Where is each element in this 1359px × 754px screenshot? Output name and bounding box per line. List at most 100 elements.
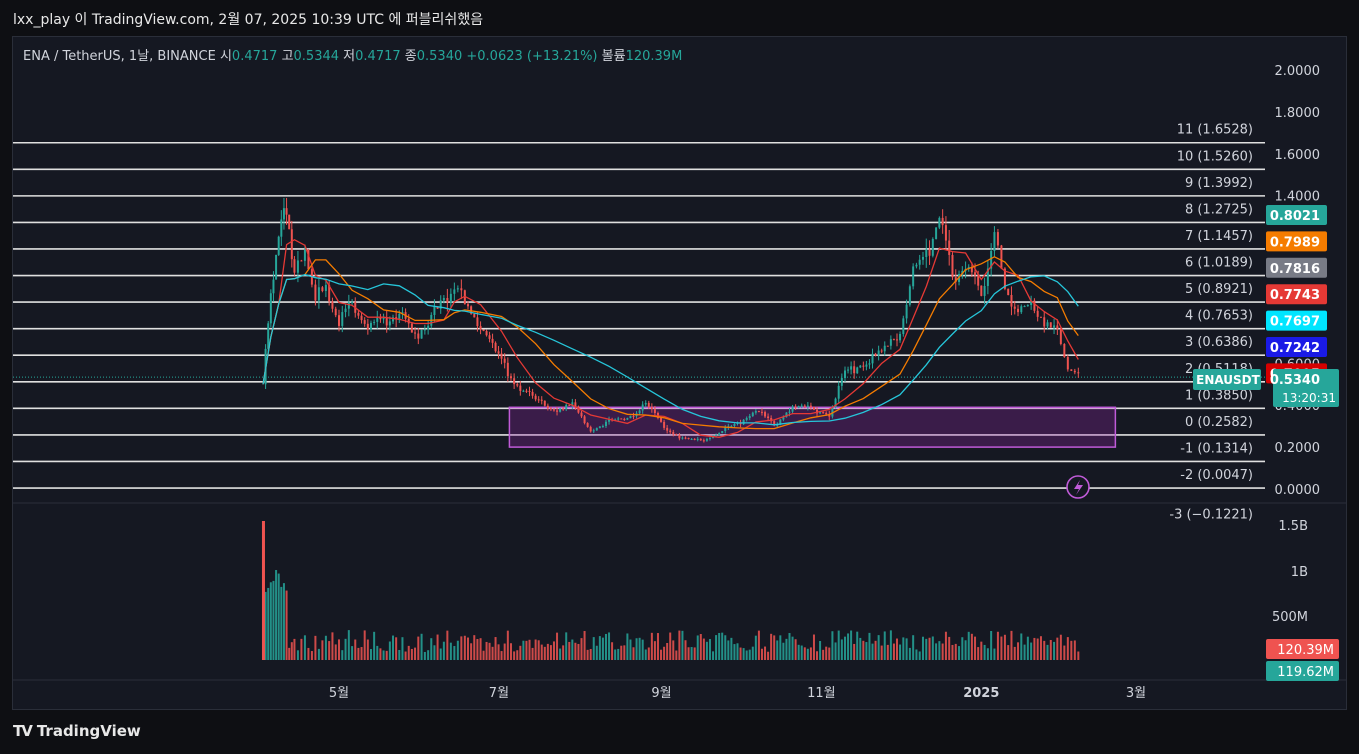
candle-body [1049,322,1052,328]
candle-body [822,412,825,414]
volume-bar [803,647,806,660]
candle-body [334,308,337,316]
candle-body [360,315,363,321]
candle-body [369,322,372,330]
tradingview-brand[interactable]: TV TradingView [13,722,141,740]
candle-body [721,431,724,434]
candle-body [666,427,669,431]
candle-body [506,362,509,377]
volume-bar [812,634,815,660]
y-tick-label: 0.2000 [1275,441,1321,456]
volume-bar [1023,644,1026,660]
volume-bar [816,651,819,660]
volume-bar [748,649,751,660]
candle-body [696,438,699,440]
candle-body [583,416,586,424]
volume-bar [513,651,516,660]
candle-body [586,423,589,427]
volume-tick-label: 500M [1272,610,1308,625]
volume-bar [908,647,911,660]
volume-bar [500,651,503,660]
volume-bar [951,644,954,660]
candle-body [1033,300,1036,311]
candle-body [993,232,996,251]
volume-bar [516,650,519,660]
volume-bar [1059,634,1062,660]
candle-body [528,390,531,392]
volume-bar [275,570,278,660]
volume-bar [357,647,360,660]
volume-bar [401,637,404,660]
volume-bar [540,644,543,660]
volume-bar [847,633,850,660]
candle-body [282,208,285,220]
candle-body [604,421,607,427]
candle-body [382,317,385,320]
fib-level-label: 6 (1.0189) [1185,256,1253,271]
candle-body [446,297,449,303]
volume-bar [754,635,757,660]
volume-badge-value: 119.62M [1277,665,1334,680]
volume-bar [902,637,905,660]
volume-bar [785,638,788,660]
volume-bar [961,637,964,660]
volume-bar [650,632,653,660]
volume-bar [751,646,754,660]
candle-body [525,390,528,392]
volume-bar [427,650,430,660]
volume-bar [843,636,846,660]
volume-bar [1017,642,1020,660]
volume-bar [296,650,299,660]
candle-body [552,409,555,411]
candle-body [296,260,299,273]
volume-bar [543,646,546,660]
volume-bar [967,631,970,660]
candle-body [1000,245,1003,269]
fib-level-label: 10 (1.5260) [1177,149,1253,164]
price-chart[interactable]: 2.00001.80001.60001.40000.60000.40000.20… [0,0,1359,754]
volume-bar [460,636,463,660]
candle-body [983,285,986,296]
candle-body [974,272,977,276]
candle-body [482,329,485,332]
volume-bar [928,637,931,660]
candle-body [338,315,340,326]
candle-body [931,238,934,256]
volume-bar [760,648,763,660]
volume-bar [290,642,293,660]
volume-bar [809,647,812,660]
volume-bar [537,640,540,660]
volume-bar [506,630,509,660]
candle-body [925,249,928,257]
volume-bar [623,645,626,660]
volume-bar [905,638,908,660]
candle-body [874,353,877,356]
candle-body [690,438,693,440]
volume-bar [423,651,426,660]
volume-bar [1073,640,1076,660]
volume-tick-label: 1.5B [1278,519,1308,534]
candle-body [562,408,565,410]
candle-body [819,412,822,414]
volume-bar [656,633,659,660]
y-tick-label: 0.0000 [1275,483,1321,498]
volume-bar [699,634,702,660]
candle-body [905,304,908,319]
candle-body [556,410,559,412]
volume-bar [503,643,506,660]
volume-bar [770,633,773,660]
volume-bar [663,646,666,660]
volume-bar [757,630,760,660]
volume-bar [794,639,797,660]
candle-body [513,378,516,385]
fib-level-label: -2 (0.0047) [1180,468,1253,483]
volume-bar [497,644,500,660]
volume-bar [534,639,537,660]
volume-bar [718,632,721,660]
volume-bar [525,640,528,660]
volume-bar [344,638,347,660]
candle-body [812,406,815,410]
candle-body [856,367,859,374]
candle-body [503,358,506,363]
volume-bar [865,642,868,660]
